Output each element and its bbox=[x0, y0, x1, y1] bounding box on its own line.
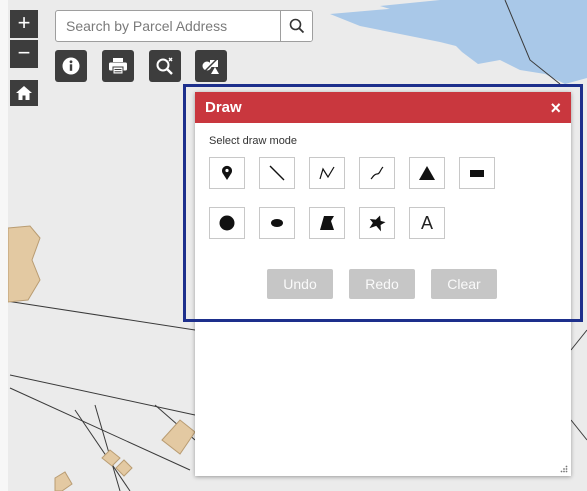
draw-panel: Draw × Select draw mode A Undo Redo Clea… bbox=[195, 92, 571, 476]
home-button[interactable] bbox=[10, 80, 38, 106]
road-line bbox=[570, 329, 587, 351]
draw-freehand-polygon-button[interactable] bbox=[359, 207, 395, 239]
road-line bbox=[9, 374, 196, 416]
home-icon bbox=[16, 86, 32, 100]
draw-ellipse-button[interactable] bbox=[259, 207, 295, 239]
draw-point-button[interactable] bbox=[209, 157, 245, 189]
search-box bbox=[55, 10, 313, 42]
polyline-icon bbox=[319, 166, 335, 180]
polygon-icon bbox=[320, 216, 334, 230]
resize-handle-icon[interactable] bbox=[560, 465, 568, 473]
road-line bbox=[74, 409, 131, 491]
search-icon bbox=[289, 18, 304, 34]
line-icon bbox=[269, 165, 285, 181]
draw-icon bbox=[202, 58, 219, 74]
draw-mode-grid: A bbox=[209, 157, 571, 239]
draw-panel-body: Select draw mode A Undo Redo Clear bbox=[195, 123, 571, 299]
draw-panel-header: Draw × bbox=[195, 92, 571, 123]
rectangle-icon bbox=[470, 170, 484, 177]
search-input[interactable] bbox=[56, 11, 280, 41]
parcel bbox=[101, 449, 121, 467]
draw-actions: Undo Redo Clear bbox=[267, 269, 571, 299]
parcel bbox=[161, 419, 196, 455]
clear-button[interactable]: Clear bbox=[431, 269, 497, 299]
parcel bbox=[54, 471, 73, 491]
zoom-out-label: − bbox=[17, 40, 31, 65]
panel-title: Draw bbox=[205, 99, 242, 116]
map-edge bbox=[0, 0, 8, 491]
draw-polyline-button[interactable] bbox=[309, 157, 345, 189]
ellipse-icon bbox=[271, 219, 283, 227]
draw-circle-button[interactable] bbox=[209, 207, 245, 239]
search-button[interactable] bbox=[280, 11, 312, 41]
draw-polygon-button[interactable] bbox=[309, 207, 345, 239]
draw-tool-button[interactable] bbox=[195, 50, 227, 82]
freehand-polygon-icon bbox=[369, 215, 386, 232]
triangle-icon bbox=[419, 166, 435, 180]
redo-button[interactable]: Redo bbox=[349, 269, 415, 299]
road-line bbox=[0, 299, 196, 331]
freehand-line-icon bbox=[370, 166, 384, 180]
zoom-in-label: + bbox=[17, 10, 31, 35]
info-button[interactable] bbox=[55, 50, 87, 82]
road-line bbox=[94, 404, 121, 491]
draw-line-button[interactable] bbox=[259, 157, 295, 189]
undo-button[interactable]: Undo bbox=[267, 269, 333, 299]
point-marker-icon bbox=[222, 165, 232, 180]
print-button[interactable] bbox=[102, 50, 134, 82]
road-line bbox=[9, 387, 191, 471]
info-icon bbox=[62, 57, 80, 75]
draw-freehand-line-button[interactable] bbox=[359, 157, 395, 189]
road-line bbox=[570, 419, 587, 441]
zoom-in-button[interactable]: + bbox=[10, 10, 38, 38]
close-button[interactable]: × bbox=[550, 99, 561, 117]
draw-triangle-button[interactable] bbox=[409, 157, 445, 189]
zoom-out-button[interactable]: − bbox=[10, 40, 38, 68]
print-icon bbox=[109, 58, 127, 75]
zoom-search-button[interactable] bbox=[149, 50, 181, 82]
text-icon: A bbox=[420, 212, 433, 233]
draw-text-button[interactable]: A bbox=[409, 207, 445, 239]
zoom-search-icon bbox=[156, 57, 173, 75]
parcel bbox=[7, 225, 41, 303]
circle-icon bbox=[219, 215, 235, 231]
draw-rectangle-button[interactable] bbox=[459, 157, 495, 189]
draw-mode-label: Select draw mode bbox=[209, 135, 298, 147]
